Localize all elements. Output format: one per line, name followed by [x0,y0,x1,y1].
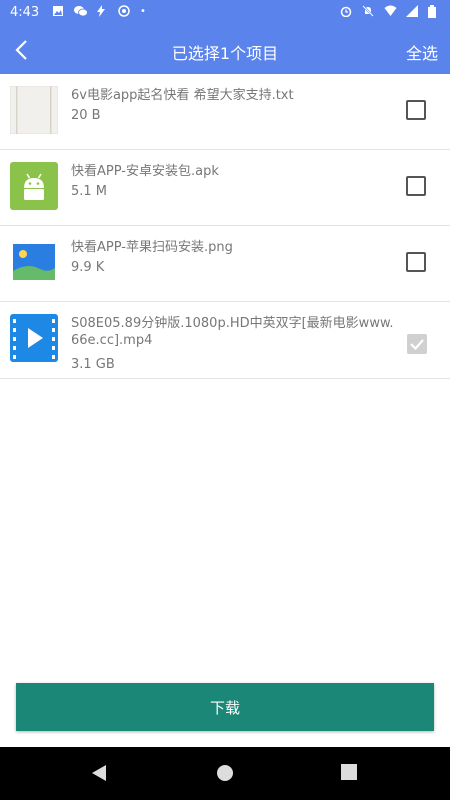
status-bar: 4:43 • [0,0,450,26]
wechat-icon [74,5,88,17]
square-recents-icon [341,764,357,780]
file-name: 快看APP-苹果扫码安装.png [71,240,233,255]
more-dot-icon: • [140,5,146,17]
android-apk-icon [10,162,58,210]
system-nav-bar [0,747,450,800]
circle-home-icon [217,765,233,781]
file-size: 5.1 M [71,184,108,199]
flash-icon [96,5,108,17]
file-row-mp4[interactable]: S08E05.89分钟版.1080p.HD中英双字[最新电影www.66e.cc… [0,302,450,379]
image-notification-icon [52,5,64,17]
text-file-icon [9,85,59,135]
alarm-icon [340,5,352,18]
nav-back-button[interactable] [91,764,107,786]
status-time: 4:43 [10,5,40,20]
file-name: S08E05.89分钟版.1080p.HD中英双字[最新电影www.66e.cc… [71,316,394,348]
battery-icon [428,5,440,18]
mute-icon [362,5,374,17]
file-checkbox[interactable] [406,252,426,272]
file-checkbox-checked[interactable] [407,334,427,354]
nav-home-button[interactable] [216,764,234,786]
file-list: 6v电影app起名快看 希望大家支持.txt 20 B 快看APP-安卓安装包.… [0,74,450,379]
file-size: 20 B [71,108,101,123]
file-size: 3.1 GB [71,357,115,372]
file-checkbox[interactable] [406,100,426,120]
wifi-icon [384,5,397,17]
file-row-txt[interactable]: 6v电影app起名快看 希望大家支持.txt 20 B [0,74,450,150]
app-bar: 已选择1个项目 全选 [0,26,450,74]
page-title: 已选择1个项目 [171,44,279,63]
file-name: 6v电影app起名快看 希望大家支持.txt [71,88,294,103]
file-row-apk[interactable]: 快看APP-安卓安装包.apk 5.1 M [0,150,450,226]
check-icon [410,339,424,351]
shield-icon [118,5,130,17]
download-button[interactable]: 下载 [16,683,434,731]
video-file-icon [10,314,58,362]
image-file-icon [10,238,58,286]
file-name: 快看APP-安卓安装包.apk [71,164,219,179]
select-all-button[interactable]: 全选 [406,40,438,64]
file-row-png[interactable]: 快看APP-苹果扫码安装.png 9.9 K [0,226,450,302]
file-checkbox[interactable] [406,176,426,196]
file-size: 9.9 K [71,260,105,275]
triangle-back-icon [92,765,106,781]
nav-recents-button[interactable] [341,764,357,784]
signal-icon [406,5,418,17]
